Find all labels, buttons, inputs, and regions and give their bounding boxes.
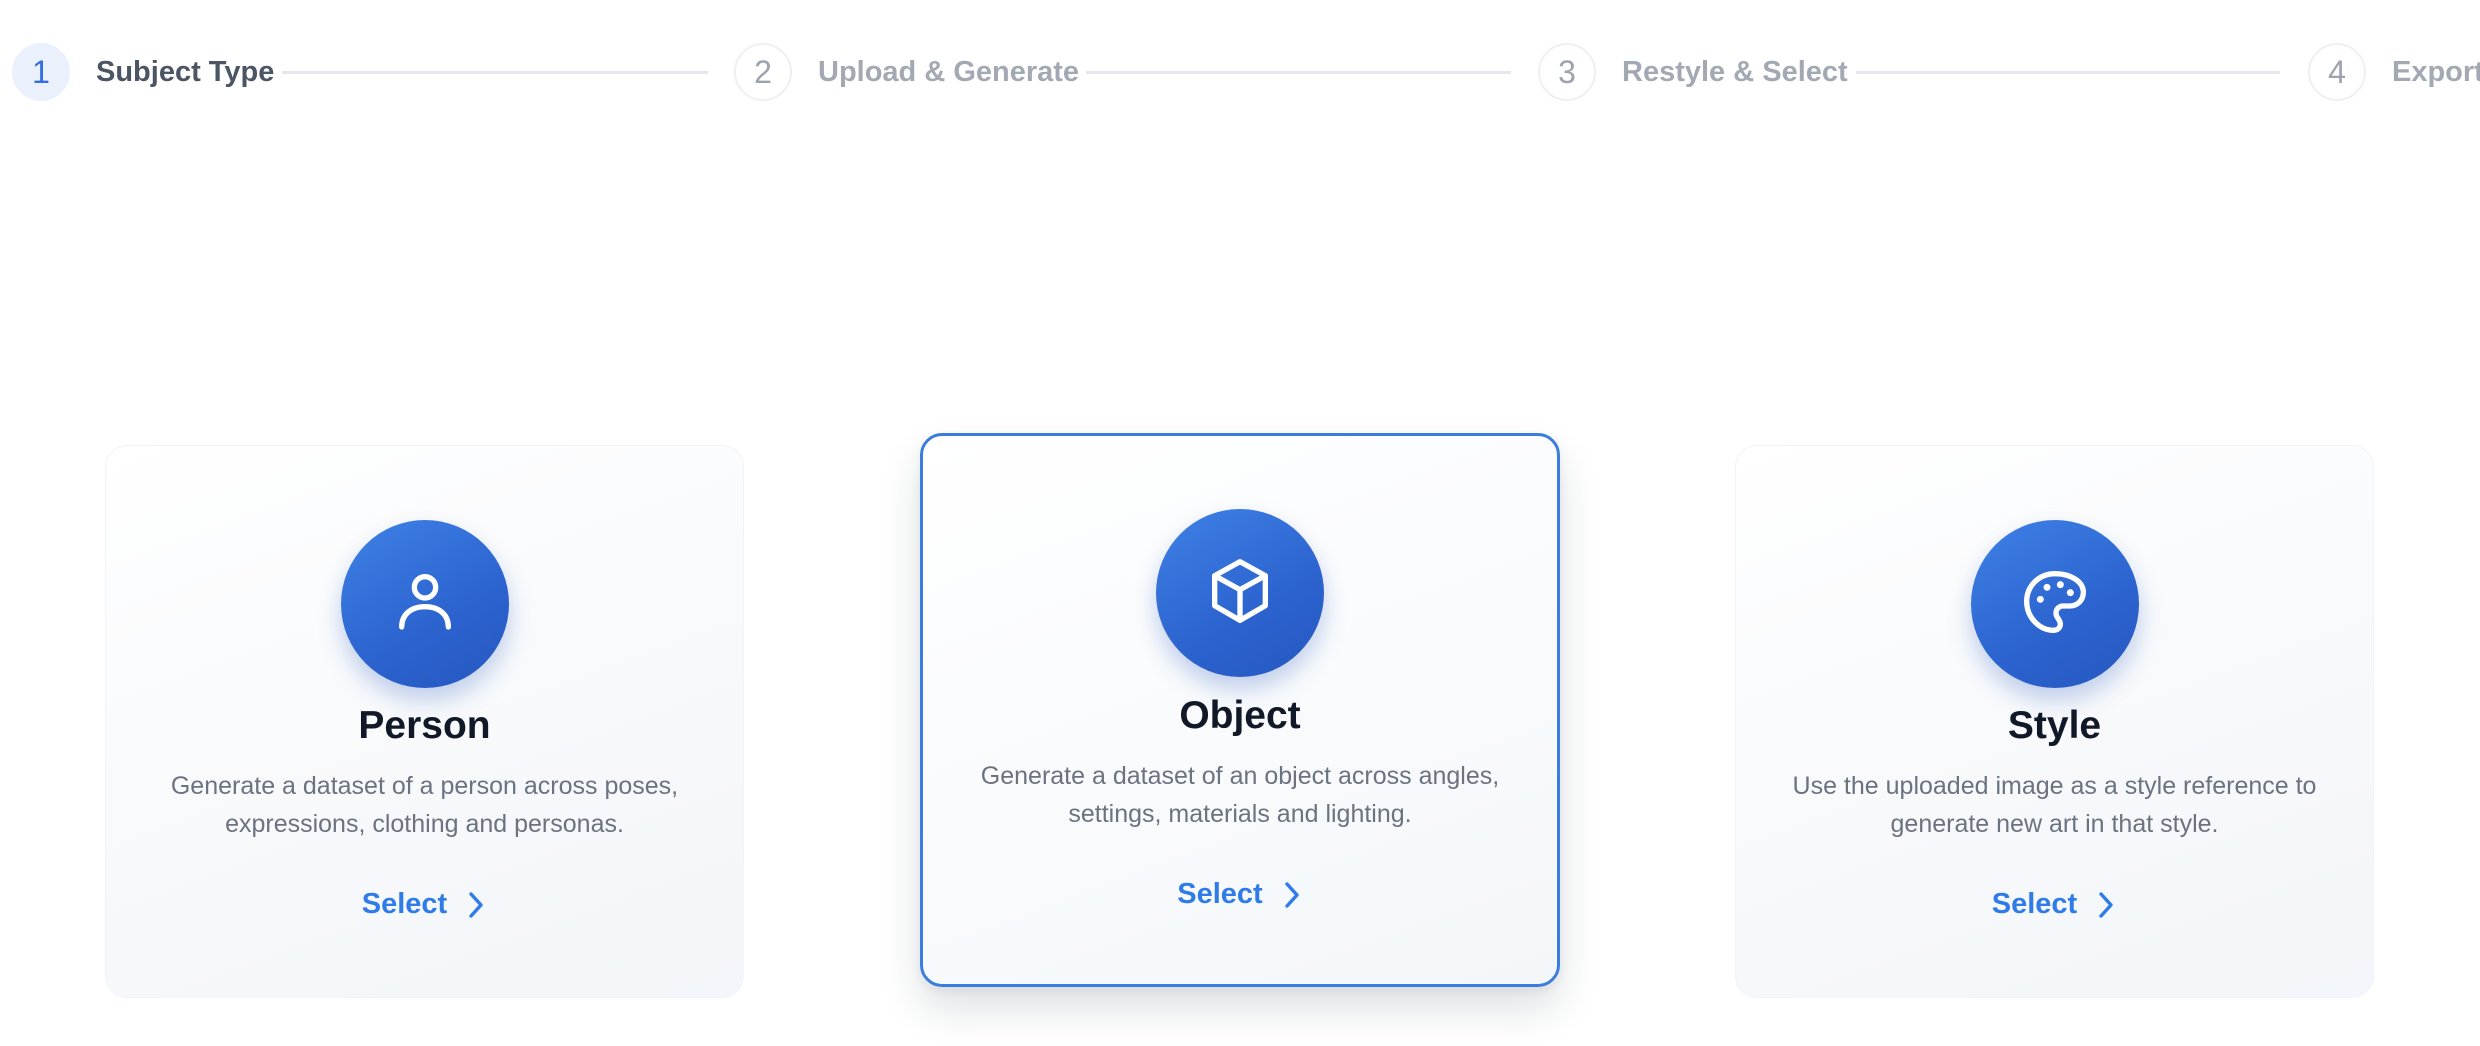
step-connector — [1086, 71, 1511, 74]
step-export[interactable]: 4 Export — [2308, 43, 2480, 101]
step-connector — [1856, 71, 2280, 74]
select-object-button[interactable]: Select — [923, 878, 1557, 911]
step-label: Restyle & Select — [1622, 55, 1848, 88]
select-label: Select — [361, 888, 448, 920]
palette-icon-badge — [1970, 520, 2139, 688]
card-description-line: Generate a dataset of an object across a… — [980, 762, 1500, 790]
step-upload-generate[interactable]: 2 Upload & Generate — [734, 43, 1079, 101]
select-style-button[interactable]: Select — [1736, 888, 2373, 921]
card-description-line: generate new art in that style. — [1890, 810, 2219, 838]
select-person-button[interactable]: Select — [106, 888, 743, 921]
subject-card-person[interactable]: Person Generate a dataset of a person ac… — [105, 445, 744, 998]
step-number-badge: 3 — [1538, 43, 1596, 101]
chevron-right-icon — [2095, 889, 2117, 921]
card-description: Generate a dataset of an object across a… — [923, 757, 1557, 833]
card-title: Object — [1179, 694, 1301, 737]
wizard-stepper: 1 Subject Type 2 Upload & Generate 3 Res… — [0, 0, 2480, 145]
person-icon — [385, 562, 465, 647]
chevron-right-icon — [465, 889, 487, 921]
card-description: Generate a dataset of a person across po… — [106, 767, 743, 843]
subject-card-object[interactable]: Object Generate a dataset of an object a… — [920, 433, 1560, 987]
step-subject-type[interactable]: 1 Subject Type — [12, 43, 274, 101]
palette-icon — [2015, 562, 2095, 647]
step-connector — [282, 71, 708, 74]
step-restyle-select[interactable]: 3 Restyle & Select — [1538, 43, 1848, 101]
card-description-line: settings, materials and lighting. — [1068, 800, 1412, 828]
step-label: Export — [2392, 55, 2480, 88]
step-number-badge: 2 — [734, 43, 792, 101]
subject-type-page: 1 Subject Type 2 Upload & Generate 3 Res… — [0, 0, 2480, 1046]
select-label: Select — [1991, 888, 2078, 920]
chevron-right-icon — [1281, 879, 1303, 911]
cube-icon-badge — [1156, 509, 1324, 677]
card-description-line: Generate a dataset of a person across po… — [170, 772, 679, 800]
card-title: Style — [2007, 704, 2102, 747]
person-icon-badge — [340, 520, 509, 688]
step-number-badge: 4 — [2308, 43, 2366, 101]
select-label: Select — [1177, 878, 1263, 910]
card-description-line: Use the uploaded image as a style refere… — [1792, 772, 2317, 800]
step-label: Upload & Generate — [818, 55, 1080, 88]
card-description-line: expressions, clothing and personas. — [225, 810, 624, 838]
step-label: Subject Type — [96, 55, 275, 88]
subject-card-style[interactable]: Style Use the uploaded image as a style … — [1735, 445, 2374, 998]
step-number-badge: 1 — [12, 43, 70, 101]
card-title: Person — [358, 704, 491, 747]
card-description: Use the uploaded image as a style refere… — [1736, 767, 2373, 843]
cube-icon — [1200, 551, 1280, 636]
